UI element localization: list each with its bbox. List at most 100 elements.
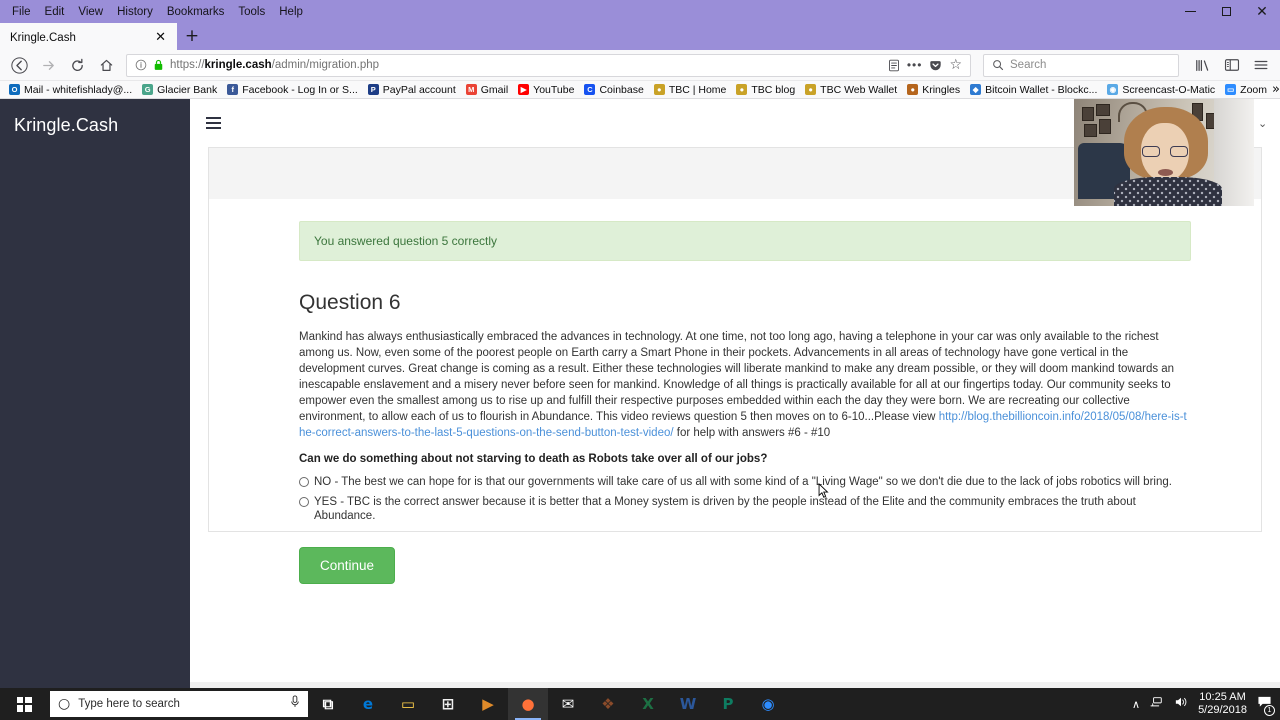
menu-file[interactable]: File bbox=[5, 3, 38, 21]
taskbar-icon-task-view[interactable]: ⧉ bbox=[308, 688, 348, 720]
microphone-icon[interactable] bbox=[290, 695, 300, 713]
taskbar-icon-microsoft-excel[interactable]: X bbox=[628, 688, 668, 720]
bookmark-label: Facebook - Log In or S... bbox=[242, 83, 358, 96]
mail-icon: ✉ bbox=[561, 694, 575, 713]
start-button[interactable] bbox=[0, 688, 48, 720]
tab-strip: Kringle.Cash ✕ + bbox=[0, 23, 1280, 50]
menu-history[interactable]: History bbox=[110, 3, 160, 21]
question-panel: You answered question 5 correctly Questi… bbox=[208, 199, 1262, 584]
webcam-overlay[interactable] bbox=[1074, 99, 1254, 206]
search-bar[interactable]: Search bbox=[983, 53, 1179, 77]
sidebar-button[interactable] bbox=[1218, 53, 1245, 78]
taskbar-search-input[interactable]: Type here to search bbox=[78, 698, 282, 710]
radio-button-no[interactable] bbox=[299, 477, 309, 487]
menu-tools[interactable]: Tools bbox=[231, 3, 272, 21]
close-icon: ✕ bbox=[1256, 3, 1268, 20]
bookmark-label: Screencast-O-Matic bbox=[1122, 83, 1216, 96]
taskbar-icon-microsoft-publisher[interactable]: P bbox=[708, 688, 748, 720]
action-center-button[interactable]: 1 bbox=[1257, 695, 1275, 716]
taskbar-search-box[interactable]: ○ Type here to search bbox=[50, 691, 308, 717]
bookmark-label: Coinbase bbox=[599, 83, 644, 96]
taskbar-icon-zoom[interactable]: ◉ bbox=[748, 688, 788, 720]
network-icon[interactable] bbox=[1150, 695, 1164, 713]
bookmark-item[interactable]: f Facebook - Log In or S... bbox=[222, 84, 363, 96]
home-button[interactable] bbox=[93, 53, 120, 78]
sidebar-icon bbox=[1224, 59, 1239, 71]
bookmarks-overflow-icon[interactable]: » bbox=[1272, 83, 1280, 96]
microsoft-word-icon: W bbox=[679, 694, 697, 713]
taskbar-icon-mail[interactable]: ✉ bbox=[548, 688, 588, 720]
pocket-icon[interactable] bbox=[929, 59, 942, 72]
reader-view-icon[interactable] bbox=[888, 59, 900, 72]
taskbar-icon-firefox[interactable]: ● bbox=[508, 688, 548, 720]
bookmark-item[interactable]: ▭ Zoom bbox=[1220, 84, 1272, 96]
bookmark-label: TBC blog bbox=[751, 83, 796, 96]
address-bar[interactable]: https://kringle.cash/admin/migration.php… bbox=[126, 53, 971, 77]
windows-taskbar: ○ Type here to search ⧉ e ▭ ⊞ ▶ ● ✉ ❖ X W P ◉ ∧ 10:… bbox=[0, 688, 1280, 720]
menu-view[interactable]: View bbox=[71, 3, 110, 21]
bookmark-item[interactable]: ● TBC | Home bbox=[649, 84, 732, 96]
answer-option-yes[interactable]: YES - TBC is the correct answer because … bbox=[299, 495, 1191, 523]
browser-tab-kringle-cash[interactable]: Kringle.Cash ✕ bbox=[0, 23, 177, 50]
bookmark-star-icon[interactable]: ☆ bbox=[949, 57, 962, 73]
bookmark-item[interactable]: ◉ Screencast-O-Matic bbox=[1102, 84, 1220, 96]
page-actions-icon[interactable]: ••• bbox=[907, 58, 923, 72]
menu-bar: File Edit View History Bookmarks Tools H… bbox=[0, 3, 310, 21]
tbc-coin-icon: ● bbox=[805, 84, 817, 95]
answer-option-no[interactable]: NO - The best we can hope for is that ou… bbox=[299, 475, 1191, 489]
bookmark-item[interactable]: ▶ YouTube bbox=[513, 84, 579, 96]
reload-icon bbox=[72, 58, 83, 71]
site-information-icon[interactable] bbox=[135, 59, 147, 71]
reload-button[interactable] bbox=[64, 53, 91, 78]
minimize-button[interactable] bbox=[1172, 0, 1208, 23]
hamburger-menu-icon bbox=[1254, 60, 1267, 70]
menu-edit[interactable]: Edit bbox=[38, 3, 72, 21]
wall-picture-frame bbox=[1082, 107, 1094, 121]
close-window-button[interactable]: ✕ bbox=[1244, 0, 1280, 23]
taskbar-clock[interactable]: 10:25 AM 5/29/2018 bbox=[1198, 691, 1247, 717]
search-input[interactable]: Search bbox=[1010, 59, 1046, 71]
webcam-collapse-icon[interactable]: ⌄ bbox=[1258, 117, 1267, 130]
taskbar-icon-media-player[interactable]: ▶ bbox=[468, 688, 508, 720]
taskbar-icon-microsoft-edge[interactable]: e bbox=[348, 688, 388, 720]
tray-expand-icon[interactable]: ∧ bbox=[1132, 698, 1140, 711]
library-button[interactable] bbox=[1189, 53, 1216, 78]
wall-picture-frame bbox=[1084, 124, 1097, 137]
menu-help[interactable]: Help bbox=[272, 3, 310, 21]
bookmark-item[interactable]: C Coinbase bbox=[579, 84, 648, 96]
bookmark-label: Glacier Bank bbox=[157, 83, 218, 96]
forward-button[interactable] bbox=[35, 53, 62, 78]
app-menu-button[interactable] bbox=[1247, 53, 1274, 78]
bookmark-item[interactable]: ● TBC blog bbox=[731, 84, 800, 96]
taskbar-icon-photos[interactable]: ❖ bbox=[588, 688, 628, 720]
taskbar-icon-file-explorer[interactable]: ▭ bbox=[388, 688, 428, 720]
bookmark-item[interactable]: ● TBC Web Wallet bbox=[800, 84, 902, 96]
maximize-button[interactable] bbox=[1208, 0, 1244, 23]
bookmark-label: PayPal account bbox=[382, 83, 456, 96]
taskbar-icon-microsoft-word[interactable]: W bbox=[668, 688, 708, 720]
answer-option-yes-label: YES - TBC is the correct answer because … bbox=[314, 496, 1136, 522]
success-alert: You answered question 5 correctly bbox=[299, 221, 1191, 261]
bookmark-item[interactable]: G Glacier Bank bbox=[137, 84, 222, 96]
bookmark-item[interactable]: M Gmail bbox=[461, 84, 513, 96]
back-button[interactable] bbox=[6, 53, 33, 78]
sidebar-toggle-icon[interactable] bbox=[206, 117, 221, 129]
tab-close-icon[interactable]: ✕ bbox=[152, 31, 169, 44]
continue-button[interactable]: Continue bbox=[299, 547, 396, 584]
bookmark-item[interactable]: ◆ Bitcoin Wallet - Blockc... bbox=[965, 84, 1102, 96]
bookmark-item[interactable]: ● Kringles bbox=[902, 84, 965, 96]
brand-title: Kringle.Cash bbox=[14, 115, 119, 135]
question-body: Mankind has always enthusiastically embr… bbox=[299, 329, 1191, 441]
taskbar-icon-microsoft-store[interactable]: ⊞ bbox=[428, 688, 468, 720]
menu-bookmarks[interactable]: Bookmarks bbox=[160, 3, 232, 21]
toolbar-right-actions bbox=[1189, 53, 1274, 78]
wall-picture-frame bbox=[1099, 119, 1111, 134]
home-icon bbox=[100, 59, 113, 71]
radio-button-yes[interactable] bbox=[299, 497, 309, 507]
new-tab-button[interactable]: + bbox=[177, 23, 207, 50]
bookmark-item[interactable]: O Mail - whitefishlady@... bbox=[4, 84, 137, 96]
volume-icon[interactable] bbox=[1174, 695, 1188, 713]
wall-picture-frame bbox=[1096, 104, 1110, 116]
bookmark-item[interactable]: P PayPal account bbox=[363, 84, 461, 96]
zoom-icon: ◉ bbox=[761, 694, 775, 713]
